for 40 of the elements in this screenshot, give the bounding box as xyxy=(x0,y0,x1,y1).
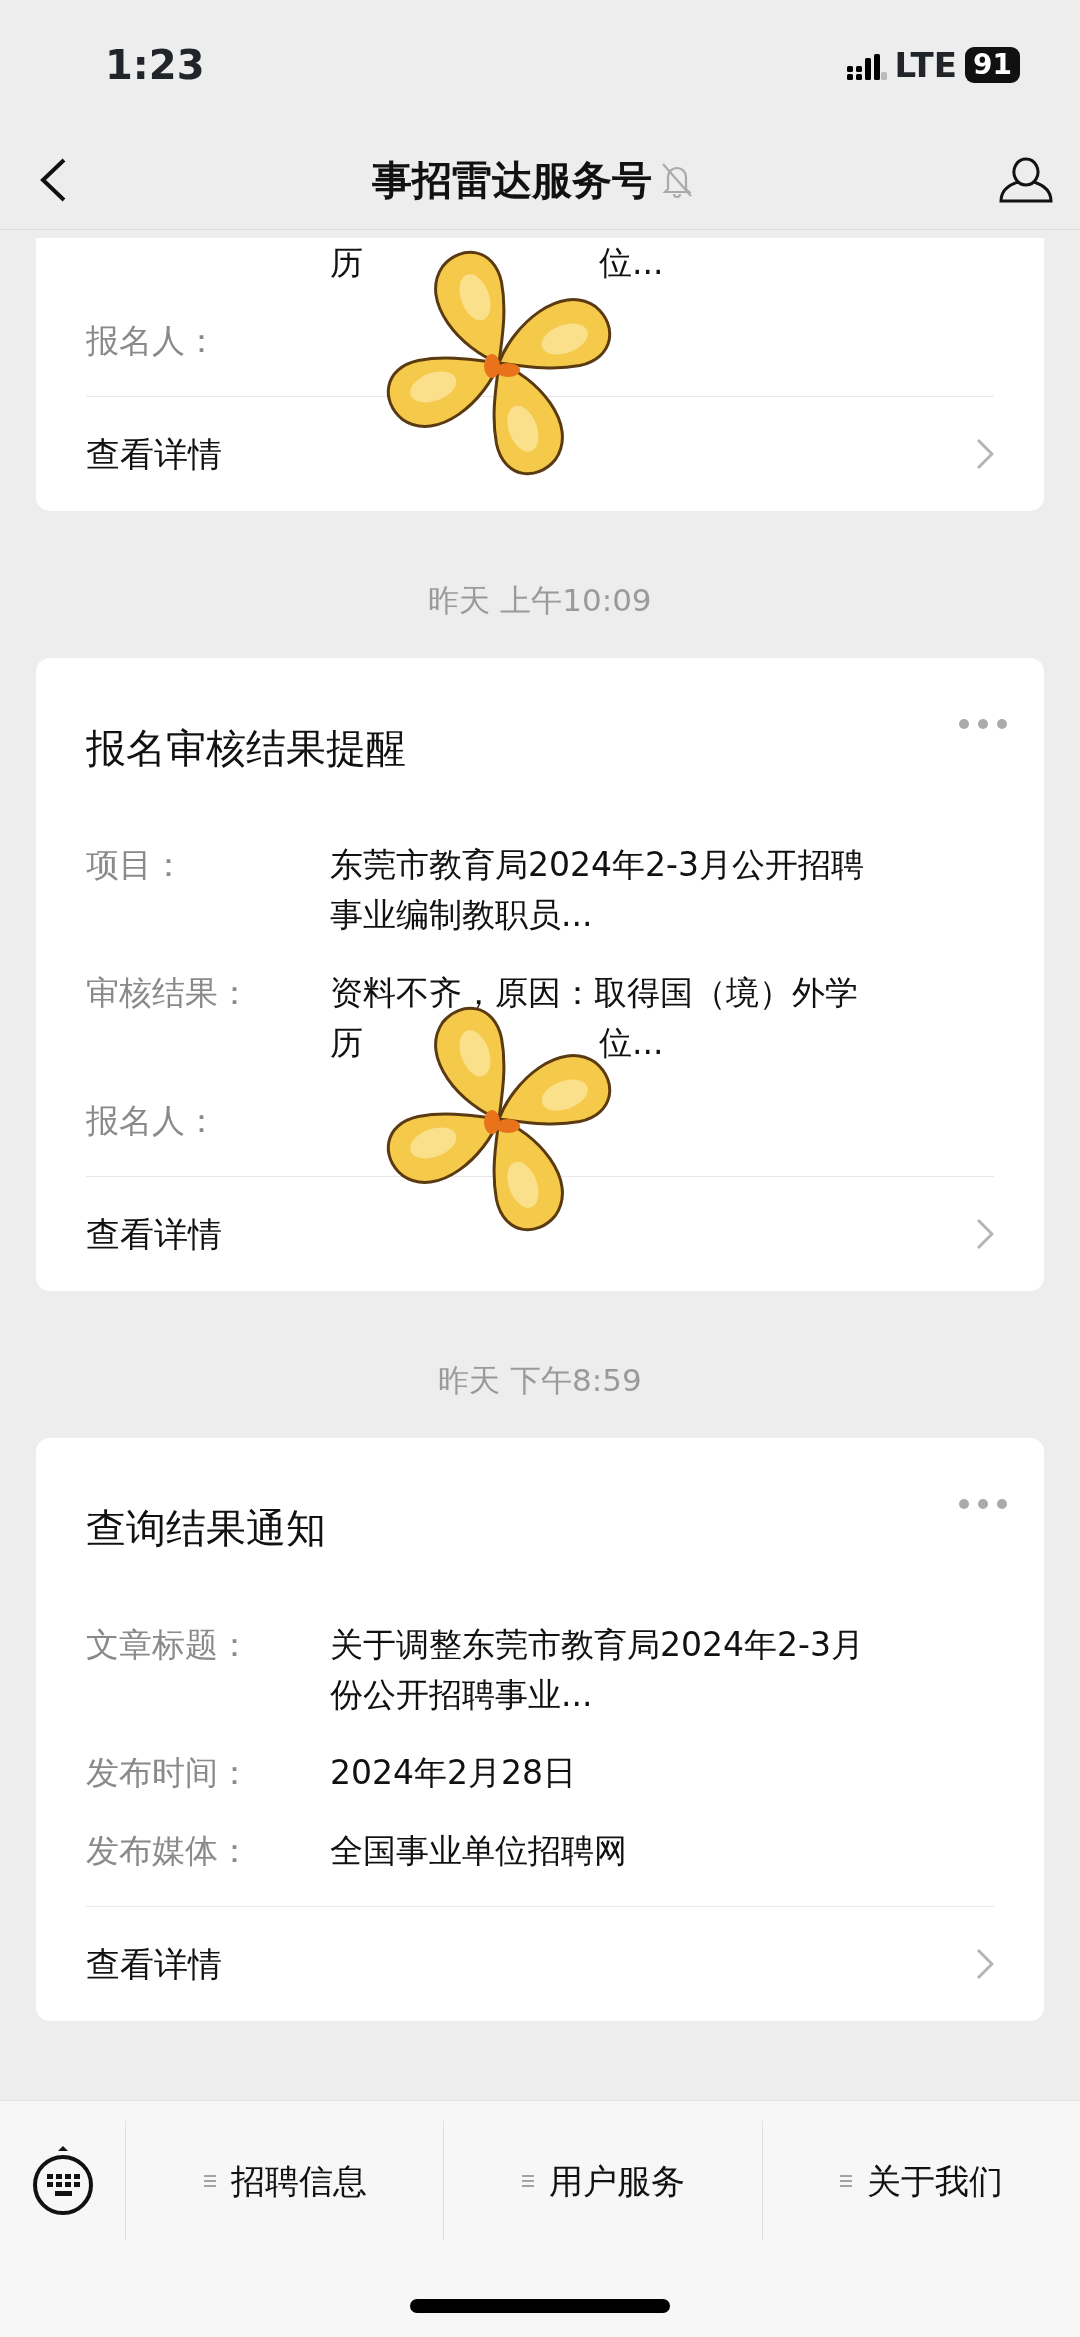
menu-icon xyxy=(521,2173,535,2189)
field-value: 位... xyxy=(599,243,664,282)
field-label: 报名人： xyxy=(86,321,218,360)
field-label: 发布时间： xyxy=(86,1753,251,1792)
menu-tab[interactable]: 关于我们 xyxy=(761,2121,1080,2241)
battery-level: 91 xyxy=(965,47,1020,83)
chevron-right-icon xyxy=(976,1218,994,1250)
menu-tab[interactable]: 招聘信息 xyxy=(125,2121,444,2241)
chevron-right-icon xyxy=(976,1948,994,1980)
card-title: 报名审核结果提醒 xyxy=(86,725,406,771)
field-value: 事业编制教职员... xyxy=(330,895,593,934)
message-time: 昨天 下午8:59 xyxy=(438,1362,642,1398)
field-value: 2024年2月28日 xyxy=(330,1753,576,1792)
menu-icon xyxy=(202,2173,217,2189)
chevron-right-icon xyxy=(976,438,994,470)
field-label: 发布媒体： xyxy=(86,1831,251,1870)
field-value: 关于调整东莞市教育局2024年2-3月 xyxy=(330,1625,864,1664)
field-value: 份公开招聘事业... xyxy=(330,1675,593,1714)
view-details-link[interactable]: 查看详情 xyxy=(86,397,994,511)
view-details-link[interactable]: 查看详情 xyxy=(86,1177,994,1291)
field-label: 报名人： xyxy=(86,1101,218,1140)
field-value: 历 xyxy=(330,243,363,282)
field-value: 全国事业单位招聘网 xyxy=(330,1831,627,1870)
network-type: LTE xyxy=(894,43,958,87)
back-icon[interactable] xyxy=(38,156,68,203)
menu-tab[interactable]: 用户服务 xyxy=(443,2121,762,2241)
menu-icon xyxy=(839,2173,854,2189)
field-value: 东莞市教育局2024年2-3月公开招聘 xyxy=(330,845,864,884)
field-value: 位... xyxy=(599,1023,664,1062)
card-title: 查询结果通知 xyxy=(86,1505,326,1551)
field-value: 历 xyxy=(330,1023,363,1062)
keyboard-icon[interactable] xyxy=(30,2145,95,2217)
field-label: 审核结果： xyxy=(86,973,251,1012)
field-label: 项目： xyxy=(86,845,185,884)
status-time: 1:23 xyxy=(105,41,205,90)
view-details-link[interactable]: 查看详情 xyxy=(86,1907,994,2021)
field-value: 资料不齐，原因：取得国（境）外学 xyxy=(330,973,858,1012)
message-time: 昨天 上午10:09 xyxy=(428,582,652,618)
field-label: 文章标题： xyxy=(86,1625,251,1664)
account-title: 事招雷达服务号 xyxy=(372,155,652,205)
